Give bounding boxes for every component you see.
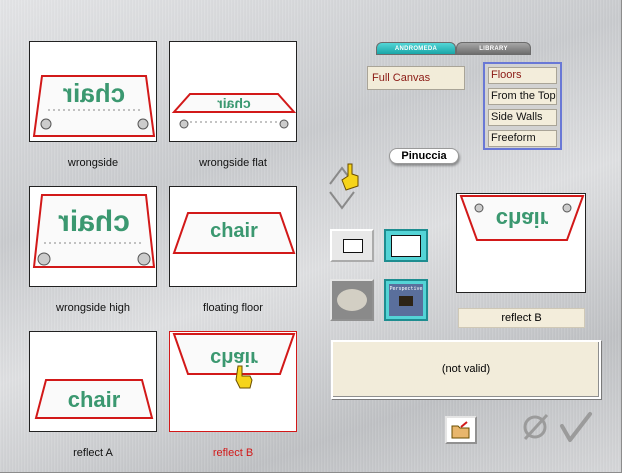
preset-thumbnail-floating-floor[interactable]: chair [169, 186, 297, 287]
status-box: (not valid) [331, 340, 601, 399]
wrongside-chair-text: chair [63, 78, 125, 108]
canvas-option-button[interactable]: Full Canvas [367, 66, 465, 90]
thumbnail-label-wrongside: wrongside [67, 157, 119, 169]
folder-icon [451, 421, 470, 439]
floating-floor-chair-text: chair [210, 220, 258, 242]
reflect-a-preview-image: chair [34, 379, 154, 419]
preview-panel: chair [456, 193, 586, 293]
texture-ellipse-icon [337, 289, 367, 311]
floating-floor-preview-image: chair [172, 212, 296, 254]
wrongside-preview-image: chair [32, 75, 156, 137]
preview-image: chair [459, 195, 585, 241]
menu-item-side-walls[interactable]: Side Walls [488, 109, 557, 126]
wrongside-high-chair-text: chair [58, 205, 130, 238]
preview-label: reflect B [458, 308, 585, 328]
aspect-small-button[interactable] [330, 229, 374, 262]
tab-andromeda[interactable]: ANDROMEDA [376, 42, 456, 55]
preview-chair-text: chair [496, 207, 549, 232]
open-folder-button[interactable] [445, 416, 477, 444]
reflect-a-chair-text: chair [68, 387, 121, 412]
tab-library[interactable]: LIBRARY [456, 42, 531, 55]
menu-item-floors[interactable]: Floors [488, 67, 557, 84]
perspective-label: Perspective [389, 286, 423, 292]
menu-item-from-the-top[interactable]: From the Top [488, 88, 557, 105]
small-rectangle-icon [343, 239, 363, 253]
thumbnail-label-reflect-b: reflect B [212, 447, 254, 459]
wrongside-flat-preview-image: chair [171, 93, 296, 129]
aspect-large-button[interactable] [384, 229, 428, 262]
thumbnail-label-wrongside-flat: wrongside flat [199, 157, 267, 169]
preset-thumbnail-reflect-a[interactable]: chair [29, 331, 157, 432]
preset-thumbnail-wrongside[interactable]: chair [29, 41, 157, 142]
author-badge[interactable]: Pinuccia [389, 148, 459, 164]
preset-thumbnail-reflect-b[interactable]: chair [169, 331, 297, 432]
perspective-button[interactable]: Perspective [384, 279, 428, 321]
scroll-hand-icon [338, 162, 362, 192]
menu-item-freeform[interactable]: Freeform [488, 130, 557, 147]
thumbnail-label-floating-floor: floating floor [203, 302, 263, 314]
chevron-down-icon [329, 191, 355, 210]
checkmark-icon [560, 412, 592, 442]
cancel-null-icon [523, 413, 549, 441]
pointing-hand-cursor-icon [235, 365, 253, 389]
preset-thumbnail-wrongside-flat[interactable]: chair [169, 41, 297, 142]
ok-button[interactable] [558, 410, 594, 444]
wrongside-high-preview-image: chair [32, 194, 156, 268]
wrongside-flat-chair-text: chair [217, 95, 251, 111]
perspective-thumbnail: Perspective [389, 284, 423, 316]
texture-button[interactable] [330, 279, 374, 321]
large-rectangle-icon [391, 235, 421, 257]
scroll-down-button[interactable] [328, 190, 356, 212]
thumbnail-label-wrongside-high: wrongside high [56, 302, 130, 314]
preset-thumbnail-wrongside-high[interactable]: chair [29, 186, 157, 287]
cancel-button[interactable] [520, 412, 550, 442]
preset-category-menu: Floors From the Top Side Walls Freeform [483, 62, 562, 150]
thumbnail-label-reflect-a: reflect A [73, 447, 113, 459]
